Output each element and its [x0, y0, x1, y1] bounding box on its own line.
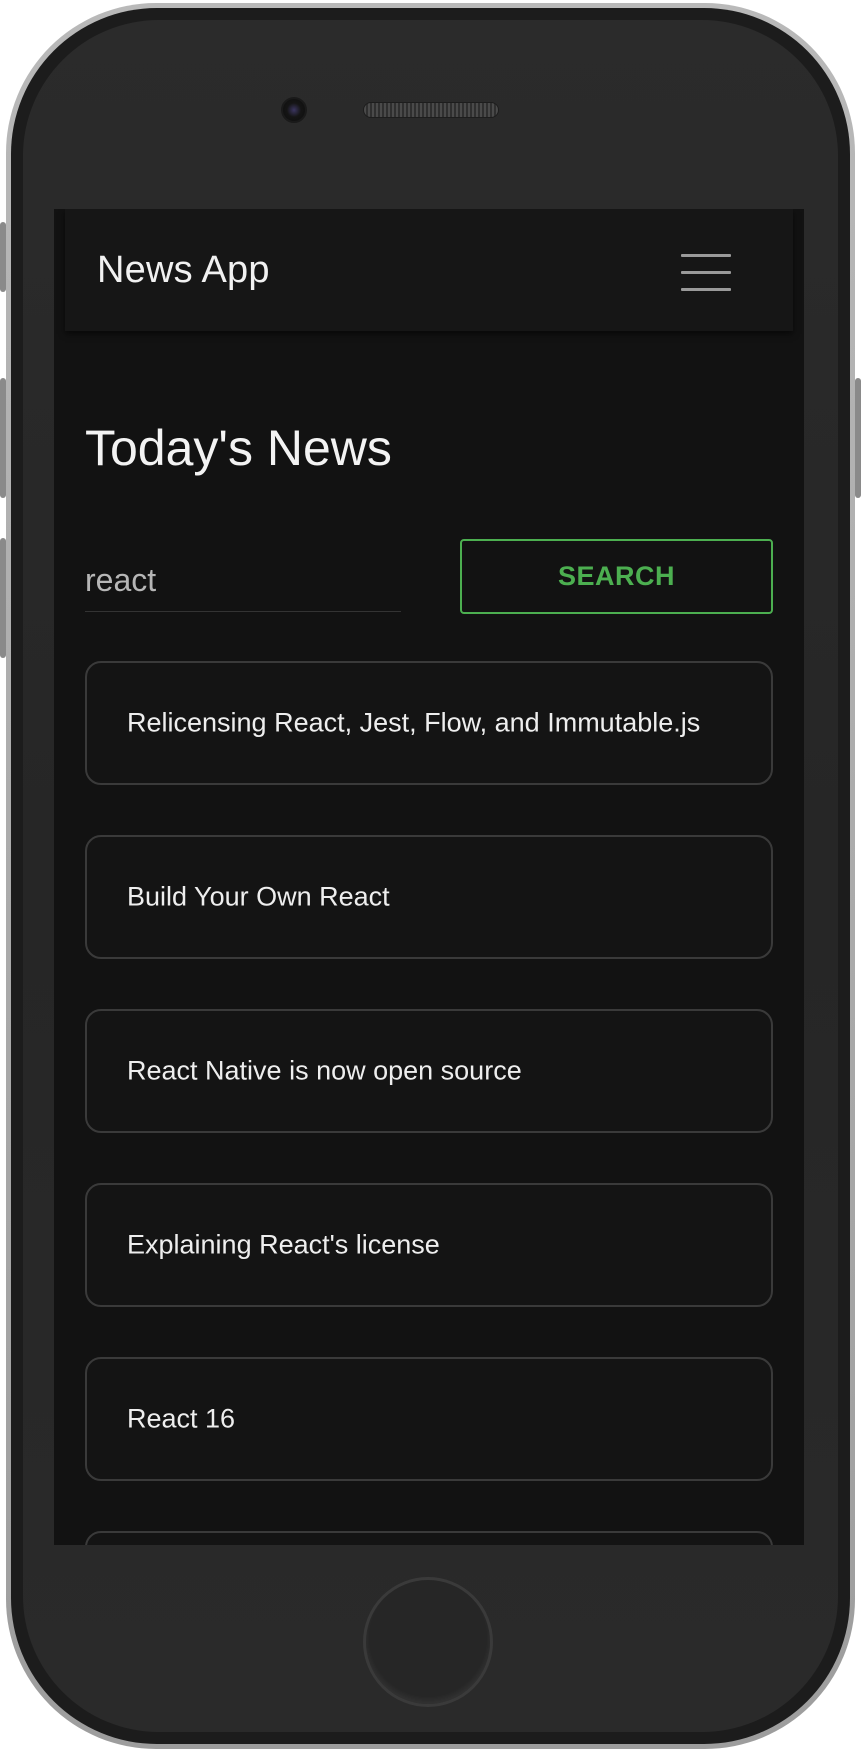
news-card[interactable]: React Native is now open source	[85, 1009, 773, 1133]
search-button[interactable]: SEARCH	[460, 539, 773, 614]
app-title: News App	[97, 249, 270, 291]
news-title: React 16	[127, 1403, 236, 1434]
power-button	[855, 378, 861, 498]
home-button[interactable]	[363, 1577, 493, 1707]
menu-bar-line	[681, 271, 731, 274]
earpiece-speaker	[363, 102, 499, 118]
news-title: Relicensing React, Jest, Flow, and Immut…	[127, 707, 701, 738]
news-list: Relicensing React, Jest, Flow, and Immut…	[85, 661, 773, 1545]
news-card[interactable]: Explaining React's license	[85, 1183, 773, 1307]
page-title: Today's News	[85, 420, 392, 476]
news-card[interactable]: Build Your Own React	[85, 835, 773, 959]
news-title: React Native is now open source	[127, 1055, 522, 1086]
app-screen: News App Today's News SEARCH Relicensing…	[54, 209, 804, 1545]
news-card[interactable]: React 16	[85, 1357, 773, 1481]
front-camera-icon	[281, 97, 307, 123]
news-title: Build Your Own React	[127, 881, 390, 912]
news-title: Explaining React's license	[127, 1229, 440, 1260]
menu-bar-line	[681, 254, 731, 257]
hamburger-menu-icon[interactable]	[681, 254, 731, 292]
news-card[interactable]: Relicensing React, Jest, Flow, and Immut…	[85, 661, 773, 785]
news-card-partial[interactable]	[85, 1531, 773, 1545]
device-frame-stage: News App Today's News SEARCH Relicensing…	[0, 0, 861, 1753]
search-input[interactable]	[85, 549, 401, 612]
menu-bar-line	[681, 288, 731, 291]
app-bar: News App	[65, 209, 793, 331]
